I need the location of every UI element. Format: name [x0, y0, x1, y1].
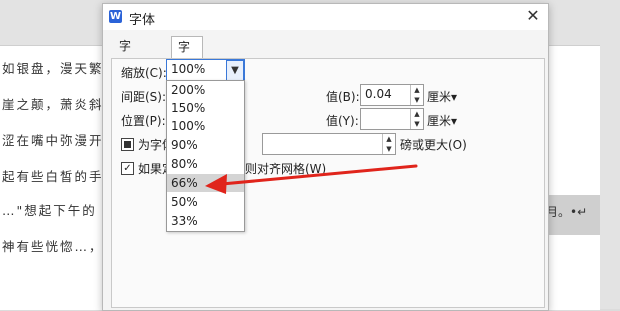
arrow-shaft	[220, 164, 418, 186]
annotation-arrow	[205, 164, 418, 194]
arrow-head	[205, 174, 227, 194]
